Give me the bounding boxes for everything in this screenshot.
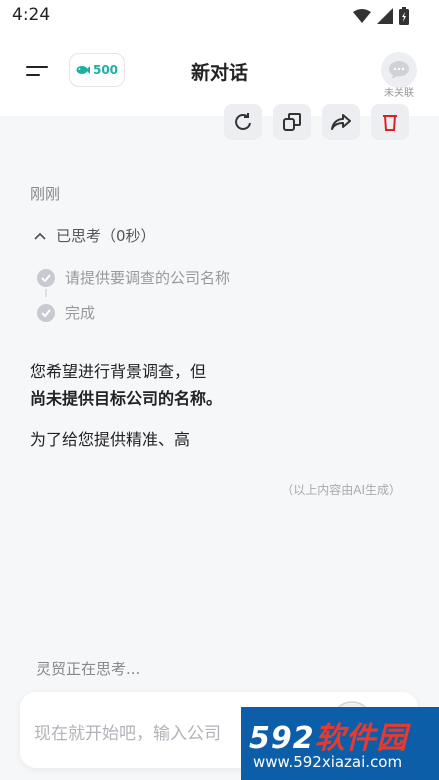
answer-text: 您希望进行背景调查，但	[30, 362, 207, 381]
wifi-icon	[353, 9, 371, 23]
status-icons	[353, 6, 409, 26]
copy-icon	[283, 113, 301, 131]
page-title: 新对话	[190, 62, 248, 84]
message-time: 刚刚	[30, 185, 61, 203]
watermark-number: 592	[249, 721, 315, 756]
input-placeholder: 现在就开始吧，输入公司	[34, 724, 221, 744]
avatar	[381, 52, 417, 88]
refresh-icon	[235, 113, 251, 130]
watermark-brand: 592软件园	[249, 713, 408, 757]
step-label: 请提供要调查的公司名称	[65, 269, 231, 287]
avatar-label: 未关联	[384, 88, 414, 99]
delete-button[interactable]	[371, 104, 409, 140]
watermark-text: 软件园	[314, 721, 408, 756]
check-circle-icon	[37, 303, 55, 322]
status-bar: 4:24	[0, 0, 439, 32]
account-status[interactable]: 未关联	[377, 52, 421, 99]
thinking-step: 完成	[37, 302, 95, 323]
answer-text: 为了给您提供精准、高	[30, 430, 191, 449]
step-label: 完成	[65, 304, 96, 322]
ai-disclaimer: （以上内容由AI生成）	[281, 483, 401, 497]
step-connector	[45, 289, 47, 297]
watermark-url: www.592xiazai.com	[253, 753, 403, 771]
message-actions	[0, 104, 439, 142]
thinking-status: 灵贸正在思考...	[36, 660, 141, 678]
chat-bubble-icon	[389, 61, 409, 79]
site-watermark: 592软件园 www.592xiazai.com	[241, 707, 439, 780]
answer-text-bold: 尚未提供目标公司的名称。	[30, 389, 223, 408]
signal-icon	[377, 8, 393, 24]
delete-icon	[383, 115, 397, 131]
copy-button[interactable]	[273, 104, 311, 140]
chevron-up-icon	[34, 232, 46, 240]
thinking-header: 已思考（0秒）	[56, 227, 156, 245]
share-icon	[331, 114, 351, 130]
check-circle-icon	[37, 268, 55, 287]
battery-icon	[399, 7, 409, 25]
thinking-toggle[interactable]: 已思考（0秒）	[34, 225, 156, 246]
regenerate-button[interactable]	[224, 104, 262, 140]
status-time: 4:24	[12, 5, 51, 25]
thinking-step: 请提供要调查的公司名称	[37, 267, 230, 288]
share-button[interactable]	[322, 104, 360, 140]
